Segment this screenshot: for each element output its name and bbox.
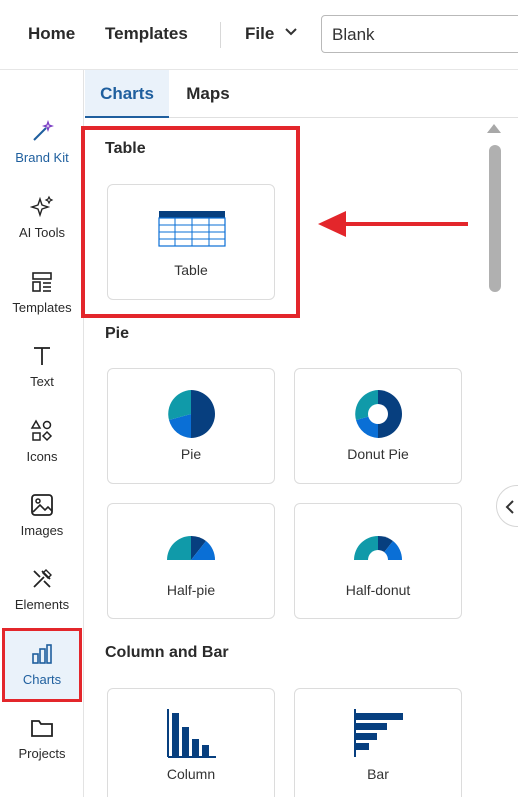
half-pie-chart-icon [167, 535, 216, 560]
pie-chart-icon [168, 390, 215, 438]
sidebar-item-projects[interactable]: Projects [0, 716, 84, 784]
red-arrow-annotation [318, 211, 468, 237]
card-label: Column [166, 766, 216, 782]
bar-chart-icon [354, 709, 403, 757]
chart-card-bar[interactable]: Bar [294, 688, 462, 797]
text-icon [34, 347, 50, 365]
tab-charts[interactable]: Charts [85, 70, 169, 118]
document-name-field[interactable]: Blank [321, 15, 518, 53]
section-title-pie: Pie [105, 325, 130, 342]
card-label: Donut Pie [347, 446, 409, 462]
nav-divider [220, 22, 221, 48]
sidebar-item-text[interactable]: Text [0, 344, 84, 412]
image-icon [31, 494, 53, 516]
sidebar-item-label: Projects [18, 746, 66, 761]
sidebar-item-templates[interactable]: Templates [0, 270, 84, 338]
chart-card-donut-pie[interactable]: Donut Pie [294, 368, 462, 484]
chevron-down-icon[interactable] [285, 27, 297, 37]
elements-icon [33, 569, 52, 588]
chart-card-pie[interactable]: Pie [107, 368, 275, 484]
card-label: Bar [367, 766, 389, 782]
section-title-column-bar: Column and Bar [105, 644, 229, 661]
shapes-icon [30, 419, 53, 442]
nav-home-link[interactable]: Home [28, 24, 75, 44]
chevron-left-icon [505, 500, 514, 514]
card-label: Pie [180, 446, 202, 462]
sidebar-item-icons[interactable]: Icons [0, 419, 84, 487]
donut-chart-icon [355, 390, 402, 438]
collapse-panel-button[interactable] [496, 485, 518, 527]
sidebar-item-label: Brand Kit [15, 150, 69, 165]
sidebar-item-label: Elements [14, 597, 70, 612]
card-label: Half-pie [166, 582, 216, 598]
sidebar-item-label: Icons [26, 449, 58, 464]
magic-wand-icon [33, 120, 54, 141]
sidebar-item-ai-tools[interactable]: AI Tools [0, 195, 84, 263]
top-navigation-bar: Home Templates File Blank [0, 0, 518, 70]
sidebar-item-images[interactable]: Images [0, 493, 84, 561]
left-sidebar: Brand Kit AI Tools Templates Text Icons … [0, 70, 84, 797]
sidebar-item-charts[interactable]: Charts [0, 642, 84, 710]
sidebar-item-label: Images [20, 523, 64, 538]
table-highlight-box [81, 126, 300, 318]
chart-card-half-pie[interactable]: Half-pie [107, 503, 275, 619]
sparkles-icon [30, 195, 54, 218]
file-menu-button[interactable]: File [245, 24, 274, 44]
sidebar-item-elements[interactable]: Elements [0, 567, 84, 635]
templates-icon [32, 272, 52, 292]
sidebar-item-label: Charts [22, 672, 62, 687]
scroll-up-arrow[interactable] [487, 124, 501, 133]
card-label: Half-donut [345, 582, 411, 598]
tab-maps[interactable]: Maps [183, 70, 233, 118]
chart-card-half-donut[interactable]: Half-donut [294, 503, 462, 619]
chart-card-column[interactable]: Column [107, 688, 275, 797]
folder-icon [31, 720, 53, 737]
nav-templates-link[interactable]: Templates [105, 24, 188, 44]
bar-chart-icon [32, 644, 52, 664]
sidebar-item-label: Text [30, 374, 54, 389]
half-donut-chart-icon [354, 535, 403, 560]
sidebar-item-label: AI Tools [18, 225, 65, 240]
column-chart-icon [167, 709, 216, 758]
panel-tabs: Charts Maps [85, 70, 518, 118]
sidebar-item-brand-kit[interactable]: Brand Kit [0, 120, 84, 188]
sidebar-item-label: Templates [12, 300, 72, 315]
scrollbar-thumb[interactable] [489, 145, 501, 292]
